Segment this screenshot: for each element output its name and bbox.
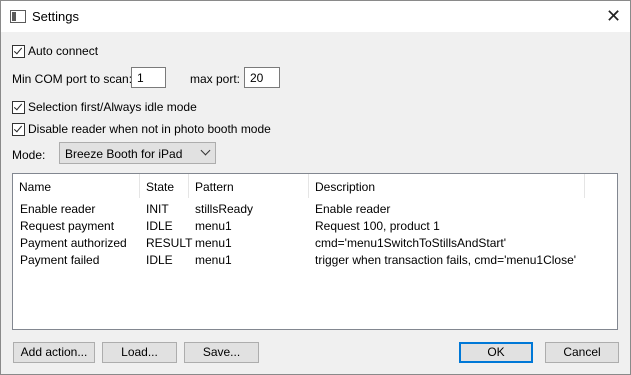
cell-name: Payment authorized xyxy=(20,236,127,250)
cell-state: IDLE xyxy=(146,219,173,233)
auto-connect-check[interactable] xyxy=(12,44,25,58)
column-header-pattern[interactable]: Pattern xyxy=(189,174,309,198)
column-header-name[interactable]: Name xyxy=(13,174,140,198)
close-icon[interactable]: ✕ xyxy=(597,1,630,32)
column-header-description[interactable]: Description xyxy=(309,174,585,198)
window-title: Settings xyxy=(32,9,79,24)
min-com-input[interactable]: 1 xyxy=(131,67,166,88)
column-header-state[interactable]: State xyxy=(140,174,189,198)
selection-first-checkbox[interactable]: Selection first/Always idle mode xyxy=(12,100,197,114)
cell-description: trigger when transaction fails, cmd='men… xyxy=(315,253,577,267)
cell-state: RESULT xyxy=(146,236,193,250)
max-port-label: max port: xyxy=(190,72,241,86)
chevron-down-icon xyxy=(200,145,211,156)
selection-first-check[interactable] xyxy=(12,100,25,114)
window-icon xyxy=(10,10,26,23)
min-com-label: Min COM port to scan: xyxy=(12,72,133,86)
cell-name: Request payment xyxy=(20,219,115,233)
disable-reader-checkbox[interactable]: Disable reader when not in photo booth m… xyxy=(12,122,271,136)
auto-connect-checkbox[interactable]: Auto connect xyxy=(12,44,98,58)
cell-pattern: stillsReady xyxy=(195,202,254,216)
max-port-input[interactable]: 20 xyxy=(244,67,280,88)
actions-table[interactable]: Name State Pattern Description Enable re… xyxy=(12,173,618,330)
cell-pattern: menu1 xyxy=(195,253,232,267)
cell-description: cmd='menu1SwitchToStillsAndStart' xyxy=(315,236,506,250)
save-button[interactable]: Save... xyxy=(184,342,259,363)
title-bar: Settings ✕ xyxy=(1,1,630,32)
cell-name: Payment failed xyxy=(20,253,100,267)
mode-select[interactable]: Breeze Booth for iPad xyxy=(59,142,216,164)
cell-pattern: menu1 xyxy=(195,236,232,250)
cell-name: Enable reader xyxy=(20,202,96,216)
cell-state: IDLE xyxy=(146,253,173,267)
cell-pattern: menu1 xyxy=(195,219,232,233)
ok-button[interactable]: OK xyxy=(459,342,533,363)
mode-value: Breeze Booth for iPad xyxy=(65,147,183,161)
add-action-button[interactable]: Add action... xyxy=(13,342,95,363)
disable-reader-check[interactable] xyxy=(12,122,25,136)
mode-label: Mode: xyxy=(12,148,46,162)
cell-state: INIT xyxy=(146,202,169,216)
auto-connect-label: Auto connect xyxy=(28,44,99,58)
cell-description: Enable reader xyxy=(315,202,391,216)
selection-first-label: Selection first/Always idle mode xyxy=(28,100,197,114)
cell-description: Request 100, product 1 xyxy=(315,219,440,233)
settings-dialog: Settings ✕ Auto connect Min COM port to … xyxy=(0,0,631,375)
disable-reader-label: Disable reader when not in photo booth m… xyxy=(28,122,271,136)
cancel-button[interactable]: Cancel xyxy=(545,342,619,363)
load-button[interactable]: Load... xyxy=(102,342,177,363)
